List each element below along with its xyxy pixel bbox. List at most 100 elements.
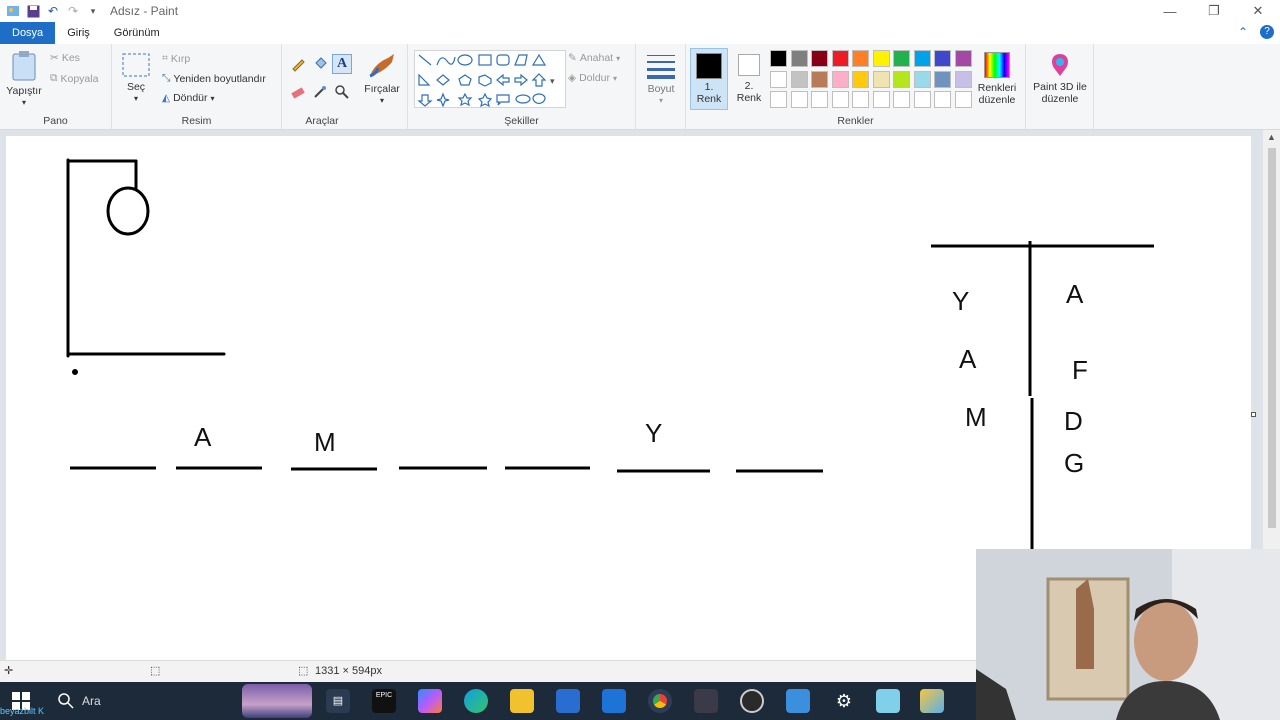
palette-swatch[interactable] <box>831 50 849 67</box>
minimize-button[interactable]: — <box>1148 0 1192 22</box>
palette-swatch[interactable] <box>872 50 890 67</box>
word-letter-y: Y <box>645 418 662 448</box>
scrollbar-thumb[interactable] <box>1267 148 1276 528</box>
scroll-up-icon[interactable]: ▲ <box>1263 132 1280 142</box>
close-button[interactable]: ✕ <box>1236 0 1280 22</box>
color1-button[interactable]: 1. Renk <box>690 48 728 110</box>
custom-color-slot[interactable] <box>811 91 828 108</box>
resize-button[interactable]: ⤡ Yeniden boyutlandır <box>162 72 266 85</box>
edit-colors-button[interactable]: Renkleri düzenle <box>974 50 1020 106</box>
custom-color-slot[interactable] <box>934 91 951 108</box>
store-icon[interactable] <box>556 689 580 713</box>
word-blanks <box>70 466 823 473</box>
rotate-dropdown-icon: ▾ <box>210 93 215 103</box>
tray-text: beyazbilt K <box>0 706 45 716</box>
palette-swatch[interactable] <box>872 70 890 88</box>
custom-color-slot[interactable] <box>770 91 787 108</box>
palette-swatch[interactable] <box>934 70 951 88</box>
canvas-resize-handle[interactable] <box>1251 412 1256 417</box>
copilot-icon[interactable] <box>418 689 442 713</box>
select-button[interactable]: Seç ▾ <box>120 52 152 105</box>
davinci-icon[interactable] <box>694 689 718 713</box>
brushes-button[interactable]: Fırçalar ▾ <box>362 50 402 107</box>
edit-with-paint3d-button[interactable]: Paint 3D ile düzenle <box>1028 52 1092 105</box>
palette-swatch[interactable] <box>893 70 910 88</box>
color-picker-icon[interactable] <box>312 84 328 100</box>
custom-color-slot[interactable] <box>954 91 972 108</box>
palette-swatch[interactable] <box>934 50 951 67</box>
help-icon[interactable]: ? <box>1260 25 1274 39</box>
eraser-icon[interactable] <box>290 84 306 100</box>
settings-gear-icon[interactable]: ⚙ <box>832 689 856 713</box>
palette-swatch[interactable] <box>913 70 931 88</box>
text-tool-icon[interactable]: A <box>332 54 352 74</box>
fill-bucket-icon[interactable] <box>312 56 328 72</box>
file-explorer-icon[interactable] <box>510 689 534 713</box>
calculator-icon[interactable] <box>786 689 810 713</box>
color1-label-line2: Renk <box>696 93 722 105</box>
edge-icon[interactable] <box>464 689 488 713</box>
wrong-letter-g: G <box>1064 448 1084 478</box>
taskbar-search-label[interactable]: Ara <box>82 694 101 708</box>
correct-letter-m: M <box>965 402 987 432</box>
custom-color-slot[interactable] <box>893 91 910 108</box>
palette-swatch[interactable] <box>852 50 869 67</box>
paint-taskbar-icon[interactable] <box>920 689 944 713</box>
fill-button[interactable]: ◈ Doldur ▾ <box>568 72 617 84</box>
canvas-dimensions: 1331 × 594px <box>315 665 382 677</box>
palette-swatch[interactable] <box>954 50 972 67</box>
rotate-button[interactable]: ◭ Döndür ▾ <box>162 92 215 104</box>
search-icon[interactable] <box>58 693 74 709</box>
color1-swatch <box>696 53 722 79</box>
undo-icon[interactable]: ↶ <box>46 4 60 18</box>
save-icon[interactable] <box>26 4 40 18</box>
collapse-ribbon-icon[interactable]: ⌃ <box>1238 25 1248 39</box>
copy-button[interactable]: ⧉ Kopyala <box>50 72 98 85</box>
palette-swatch[interactable] <box>790 70 808 88</box>
shapes-gallery[interactable] <box>414 50 566 108</box>
palette-swatch[interactable] <box>852 70 869 88</box>
palette-swatch[interactable] <box>811 70 828 88</box>
outline-button[interactable]: ✎ Anahat ▾ <box>568 52 620 64</box>
scissors-icon: ✂ <box>50 52 59 64</box>
tab-file[interactable]: Dosya <box>0 22 56 44</box>
crop-button[interactable]: ⌗ Kırp <box>162 52 190 65</box>
chrome-icon[interactable] <box>648 689 672 713</box>
redo-icon[interactable]: ↷ <box>66 4 80 18</box>
palette-swatch[interactable] <box>831 70 849 88</box>
custom-color-slot[interactable] <box>872 91 890 108</box>
pencil-icon[interactable] <box>290 56 306 72</box>
size-button[interactable]: Boyut ▾ <box>642 52 680 107</box>
custom-color-slot[interactable] <box>790 91 808 108</box>
ribbon: Yapıştır ▾ ✂ Kes ⧉ Kopyala Pano Seç ▾ ⌗ Kır… <box>0 44 1280 130</box>
size-dropdown-icon: ▾ <box>658 96 663 105</box>
custom-color-slot[interactable] <box>852 91 869 108</box>
task-view-icon[interactable]: ▤ <box>326 689 350 713</box>
paste-button[interactable]: Yapıştır ▾ <box>6 50 42 109</box>
shapes-scroll-icon[interactable]: ▾ <box>550 76 555 87</box>
cut-button[interactable]: ✂ Kes <box>50 52 80 64</box>
magnifier-icon[interactable] <box>334 84 350 100</box>
palette-swatch[interactable] <box>954 70 972 88</box>
palette-swatch[interactable] <box>893 50 910 67</box>
search-highlight-image[interactable] <box>242 684 312 718</box>
tab-home[interactable]: Giriş <box>55 22 102 44</box>
maximize-button[interactable]: ❐ <box>1192 0 1236 22</box>
palette-swatch[interactable] <box>770 70 787 88</box>
paint3d-group: Paint 3D ile düzenle <box>1026 44 1094 130</box>
customize-quick-access-icon[interactable]: ▾ <box>86 4 100 18</box>
colors-group-label: Renkler <box>837 115 874 127</box>
clock-app-icon[interactable] <box>740 689 764 713</box>
custom-color-slot[interactable] <box>913 91 931 108</box>
color2-button[interactable]: 2. Renk <box>730 48 768 110</box>
palette-swatch[interactable] <box>770 50 787 67</box>
custom-color-slot[interactable] <box>831 91 849 108</box>
palette-swatch[interactable] <box>811 50 828 67</box>
outlook-icon[interactable] <box>602 689 626 713</box>
paint3d-icon <box>1052 54 1068 76</box>
palette-swatch[interactable] <box>790 50 808 67</box>
epic-games-icon[interactable]: EPIC <box>372 689 396 713</box>
tab-view[interactable]: Görünüm <box>102 22 172 44</box>
notepad-icon[interactable] <box>876 689 900 713</box>
palette-swatch[interactable] <box>913 50 931 67</box>
